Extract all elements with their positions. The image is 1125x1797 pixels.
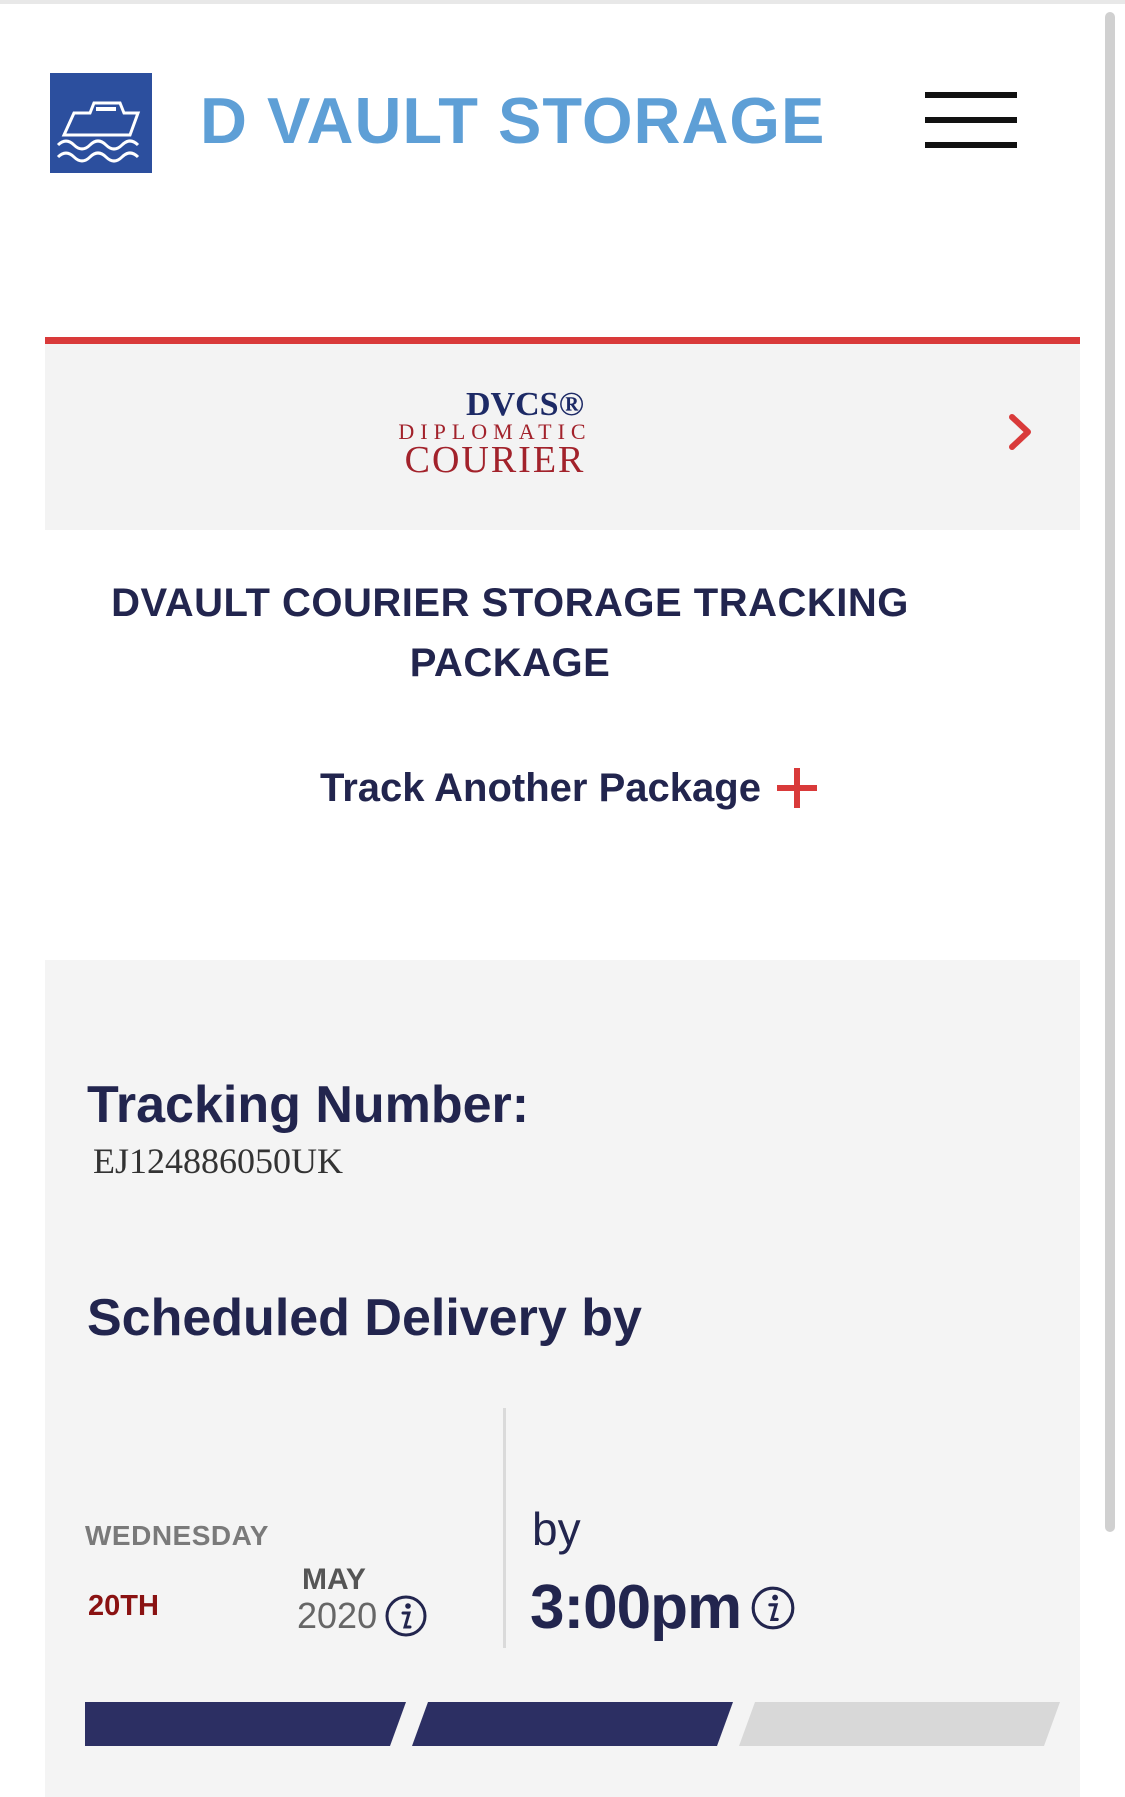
delivery-time-row: 3:00pm [530, 1572, 797, 1643]
hamburger-menu-icon[interactable] [925, 92, 1017, 148]
delivery-time: 3:00pm [530, 1573, 742, 1642]
progress-segment-pending [739, 1702, 1060, 1746]
info-icon[interactable] [383, 1593, 429, 1639]
page-title: DVAULT COURIER STORAGE TRACKING PACKAGE [111, 581, 909, 685]
tracking-number-value: EJ124886050UK [93, 1141, 343, 1181]
delivery-progress-bar [85, 1702, 1060, 1746]
track-another-label: Track Another Package [320, 765, 761, 810]
track-another-package-link[interactable]: Track Another Package [320, 760, 819, 816]
progress-segment-complete [85, 1702, 406, 1746]
progress-segment-complete [412, 1702, 733, 1746]
brand-name[interactable]: D VAULT STORAGE [200, 84, 825, 158]
top-border [0, 0, 1125, 4]
chevron-right-icon[interactable] [1000, 407, 1040, 457]
delivery-month: MAY [302, 1563, 366, 1596]
tracking-card: Tracking Number: EJ124886050UK Scheduled… [45, 960, 1080, 1797]
dvcs-courier-logo: DVCS® DIPLOMATIC COURIER [398, 386, 592, 481]
tracking-number-label: Tracking Number: [87, 1076, 530, 1134]
delivery-year-row: 2020 [297, 1593, 429, 1639]
delivery-day: 20TH [88, 1590, 159, 1622]
scheduled-delivery-label: Scheduled Delivery by [87, 1289, 642, 1347]
info-icon[interactable] [749, 1584, 797, 1632]
by-label: by [532, 1503, 581, 1555]
delivery-weekday: WEDNESDAY [85, 1520, 269, 1551]
ship-icon[interactable] [50, 73, 152, 173]
courier-card[interactable]: DVCS® DIPLOMATIC COURIER [45, 344, 1080, 530]
scrollbar[interactable] [1105, 12, 1115, 1532]
plus-icon[interactable] [775, 766, 819, 810]
date-time-divider [503, 1408, 506, 1648]
delivery-year: 2020 [297, 1595, 378, 1636]
accent-divider [45, 337, 1080, 344]
